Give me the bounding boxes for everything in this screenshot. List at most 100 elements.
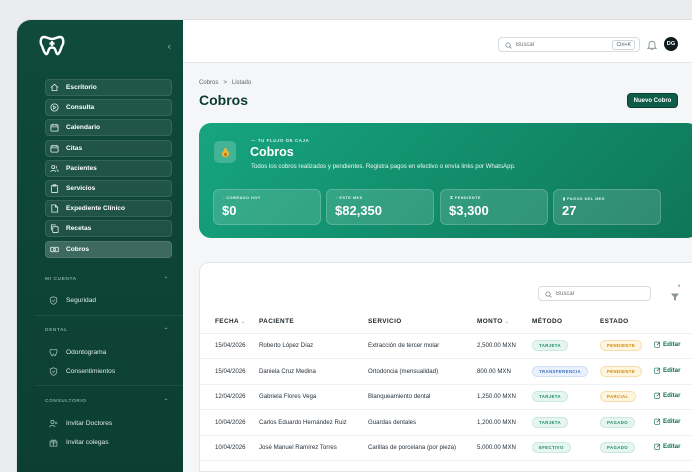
method-badge: EFECTIVO xyxy=(532,442,571,454)
sidebar-item-label: Citas xyxy=(66,144,83,152)
edit-icon xyxy=(654,392,661,399)
table-search[interactable] xyxy=(538,286,651,301)
filter-icon[interactable] xyxy=(670,289,680,301)
edit-button[interactable]: Editar xyxy=(654,341,681,348)
dash-icon: — xyxy=(251,138,258,143)
section-mi-cuenta[interactable]: MI CUENTA ⌃ xyxy=(45,276,172,283)
sidebar-item-calendario[interactable]: Calendario xyxy=(45,119,172,137)
sidebar-item-cobros[interactable]: Cobros xyxy=(45,240,172,258)
col-servicio[interactable]: SERVICIO xyxy=(368,311,477,334)
sidebar-item-consentimientos[interactable]: Consentimientos xyxy=(48,366,115,376)
sidebar-item-consulta[interactable]: Consulta xyxy=(45,99,172,117)
edit-button[interactable]: Editar xyxy=(654,418,681,425)
stat-label: ⧗ PENDIENTE xyxy=(450,196,481,200)
cell-servicio: Blanqueamiento dental xyxy=(368,384,477,410)
sidebar-item-odontograma[interactable]: Odontograma xyxy=(48,347,106,357)
divider xyxy=(35,315,183,316)
cell-actions: Editar xyxy=(654,435,692,461)
table-row[interactable]: 15/04/2026 Daniela Cruz Medina Ortodonci… xyxy=(200,358,692,385)
cell-fecha: 15/04/2026 xyxy=(200,333,259,359)
search-icon xyxy=(545,285,552,303)
bell-icon[interactable] xyxy=(646,38,658,51)
sidebar-item-label: Invitar Doctores xyxy=(66,419,113,427)
chevron-up-icon: ⌃ xyxy=(163,398,169,405)
tooth-logo-icon[interactable] xyxy=(39,34,65,56)
table-row[interactable]: 10/04/2026 Carlos Eduardo Hernández Ruiz… xyxy=(200,409,692,436)
cell-monto: 5,000.00 MXN xyxy=(477,435,532,461)
cell-paciente: José Manuel Ramírez Torres xyxy=(259,435,368,461)
global-search[interactable]: Ctrl+K xyxy=(498,37,640,52)
stat-label: ▮ PAGOS DEL MES xyxy=(563,197,605,201)
col-estado[interactable]: ESTADO xyxy=(600,311,654,334)
cell-actions: Editar xyxy=(654,358,692,385)
svg-text:$: $ xyxy=(223,151,226,157)
collapse-sidebar-button[interactable]: ‹ xyxy=(167,40,171,53)
stat-pendiente: ⧗ PENDIENTE $3,300 xyxy=(440,189,548,225)
status-badge: PENDIENTE xyxy=(600,340,643,352)
file-icon xyxy=(49,204,59,214)
edit-button[interactable]: Editar xyxy=(654,392,681,399)
hero-description: Todos los cobros realizados y pendientes… xyxy=(251,163,516,170)
method-badge: TARJETA xyxy=(532,391,568,403)
edit-button[interactable]: Editar xyxy=(654,367,681,374)
cell-metodo: TRANSFERENCIA xyxy=(532,358,600,385)
section-dental[interactable]: DENTAL ⌃ xyxy=(45,327,172,334)
new-charge-button[interactable]: Nuevo Cobro xyxy=(627,93,678,108)
sidebar-item-label: Calendario xyxy=(66,124,101,132)
col-paciente[interactable]: PACIENTE xyxy=(259,311,368,334)
breadcrumb-current: Listado xyxy=(231,80,252,86)
sidebar-item-invitar-colegas[interactable]: Invitar colegas xyxy=(48,437,109,447)
cell-monto: 1,200.00 MXN xyxy=(477,409,532,436)
gift-icon xyxy=(48,437,58,447)
table-search-input[interactable] xyxy=(556,290,646,297)
cell-paciente: Daniela Cruz Medina xyxy=(259,358,368,385)
cell-metodo: EFECTIVO xyxy=(532,435,600,461)
table-row[interactable]: 15/04/2026 Roberto López Díaz Extracción… xyxy=(200,333,692,359)
sidebar-item-label: Cobros xyxy=(66,245,90,253)
col-metodo[interactable]: MÉTODO xyxy=(532,311,600,334)
filter-count: 0 xyxy=(678,283,681,288)
sidebar-item-servicios[interactable]: Servicios xyxy=(45,179,172,197)
col-monto[interactable]: MONTO ⌄ xyxy=(477,311,532,334)
col-fecha[interactable]: FECHA ⌄ xyxy=(200,311,259,334)
shield-check-icon xyxy=(48,366,58,376)
cell-paciente: Carlos Eduardo Hernández Ruiz xyxy=(259,409,368,436)
edit-button[interactable]: Editar xyxy=(654,443,681,450)
status-badge: PENDIENTE xyxy=(600,365,643,377)
cell-fecha: 10/04/2026 xyxy=(200,409,259,436)
stat-value: $3,300 xyxy=(449,203,489,218)
edit-icon xyxy=(654,367,661,374)
cell-servicio: Extracción de tercer molar xyxy=(368,333,477,359)
sidebar-item-seguridad[interactable]: Seguridad xyxy=(48,295,96,305)
search-icon xyxy=(505,36,512,54)
breadcrumb-link[interactable]: Cobros xyxy=(199,80,218,86)
shortcut-hint: Ctrl+K xyxy=(612,40,635,50)
tooth-icon xyxy=(48,347,58,357)
chevron-up-icon: ⌃ xyxy=(163,276,169,283)
avatar[interactable]: DG xyxy=(664,37,678,51)
table-row[interactable]: 10/04/2026 José Manuel Ramírez Torres Ca… xyxy=(200,435,692,461)
cell-actions: Editar xyxy=(654,333,692,359)
sidebar-item-expediente[interactable]: Expediente Clínico xyxy=(45,200,172,218)
sidebar-item-pacientes[interactable]: Pacientes xyxy=(45,159,172,177)
stat-label: ◦ COBRADO HOY xyxy=(223,196,261,200)
sidebar-item-invitar-doctores[interactable]: Invitar Doctores xyxy=(48,418,112,428)
stat-value: $82,350 xyxy=(335,203,382,218)
sidebar-item-label: Invitar colegas xyxy=(66,438,109,446)
cell-servicio: Carillas de porcelana (por pieza) xyxy=(368,435,477,461)
sidebar-item-citas[interactable]: Citas xyxy=(45,139,172,157)
home-icon xyxy=(49,83,59,93)
sidebar-item-label: Pacientes xyxy=(66,164,97,172)
section-consultorio[interactable]: CONSULTORIO ⌃ xyxy=(45,398,172,405)
clipboard-icon xyxy=(49,183,59,193)
users-icon xyxy=(49,163,59,173)
method-badge: TARJETA xyxy=(532,416,568,428)
table-row[interactable]: 12/04/2026 Gabriela Flores Vega Blanquea… xyxy=(200,384,692,410)
search-input[interactable] xyxy=(516,41,611,48)
cell-metodo: TARJETA xyxy=(532,409,600,436)
cell-monto: 2,500.00 MXN xyxy=(477,333,532,359)
chevron-up-icon: ⌃ xyxy=(163,327,169,334)
sidebar-item-escritorio[interactable]: Escritorio xyxy=(45,79,172,96)
sidebar-item-recetas[interactable]: Recetas xyxy=(45,220,172,238)
section-label: DENTAL xyxy=(45,328,68,333)
